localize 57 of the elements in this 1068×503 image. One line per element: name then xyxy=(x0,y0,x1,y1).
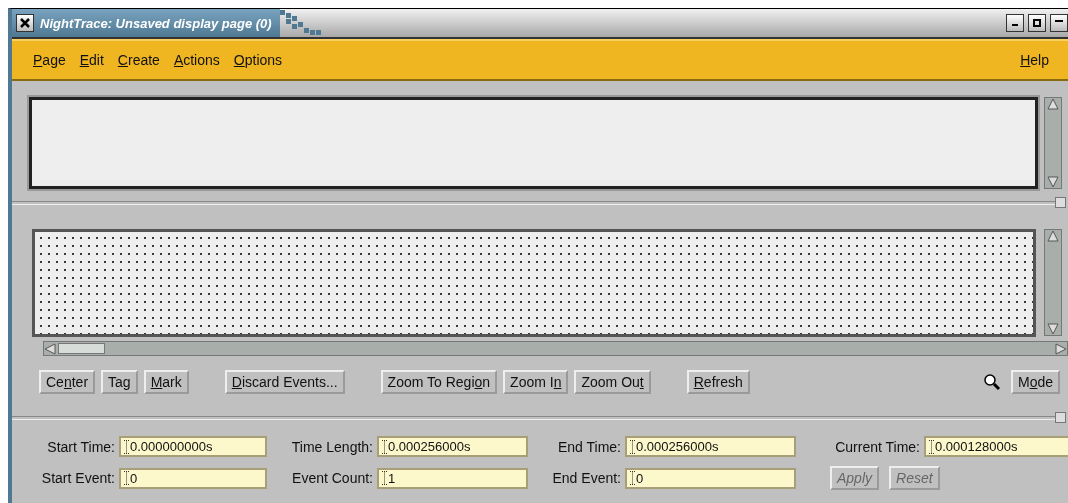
menu-item[interactable]: Actions xyxy=(166,52,227,68)
help-menu[interactable]: Help xyxy=(1013,52,1056,68)
left-arrow-icon[interactable] xyxy=(44,342,56,355)
search-icon xyxy=(982,373,1001,391)
toolbar-button[interactable]: Tag xyxy=(101,370,138,394)
toolbar-button[interactable]: Discard Events... xyxy=(224,370,345,394)
text-cursor-icon xyxy=(124,439,129,454)
checker-decoration-icon xyxy=(279,10,322,36)
input-field[interactable]: 0 xyxy=(119,467,267,489)
vertical-scrollbar[interactable] xyxy=(1044,229,1062,336)
menu-item[interactable]: Options xyxy=(226,52,290,68)
text-cursor-icon xyxy=(929,439,934,454)
scrollbar-thumb[interactable] xyxy=(58,343,105,354)
up-arrow-icon[interactable] xyxy=(1047,98,1060,110)
mode-button[interactable]: Mode xyxy=(1010,370,1060,394)
toolbar-button[interactable]: Center xyxy=(39,370,96,394)
input-field[interactable]: 0 xyxy=(625,467,796,489)
menu-item[interactable]: Page xyxy=(26,52,73,68)
toolbar-button[interactable]: Zoom In xyxy=(503,370,569,394)
input-field[interactable]: 0.000256000s xyxy=(625,436,796,457)
up-arrow-icon[interactable] xyxy=(1047,230,1059,242)
horizontal-scrollbar[interactable] xyxy=(43,341,1068,356)
close-icon xyxy=(20,18,30,28)
text-cursor-icon xyxy=(630,439,635,454)
field-label: Event Count: xyxy=(291,470,373,486)
right-arrow-icon[interactable] xyxy=(1055,342,1067,355)
toolbar-button[interactable]: Mark xyxy=(143,370,189,394)
toolbar-button[interactable]: Zoom Out xyxy=(574,370,651,394)
menu-item[interactable]: Edit xyxy=(72,52,111,68)
field-label: Current Time: xyxy=(834,438,920,455)
field-label: End Event: xyxy=(551,470,621,486)
field-label: Start Time: xyxy=(46,438,115,455)
text-cursor-icon xyxy=(630,471,635,485)
menu-item[interactable]: Create xyxy=(110,52,167,68)
toolbar-button[interactable]: Zoom To Region xyxy=(380,370,498,394)
input-field[interactable]: 0.000256000s xyxy=(377,436,528,457)
text-cursor-icon xyxy=(124,471,129,485)
vertical-scrollbar[interactable] xyxy=(1044,97,1062,189)
input-field[interactable]: 1 xyxy=(377,467,528,489)
field-label: Time Length: xyxy=(290,438,373,455)
field-label: Start Event: xyxy=(40,470,115,486)
minimize-button[interactable] xyxy=(1006,14,1024,32)
maximize-button[interactable] xyxy=(1028,14,1046,32)
window-title: NightTrace: Unsaved display page (0) xyxy=(40,15,272,31)
text-cursor-icon xyxy=(382,439,387,454)
sash-handle[interactable] xyxy=(1055,197,1066,208)
sash-handle[interactable] xyxy=(1055,412,1066,423)
window-menu-button[interactable] xyxy=(1050,14,1068,32)
input-field[interactable]: 0.000000000s xyxy=(119,436,267,457)
toolbar-button[interactable]: Refresh xyxy=(686,370,750,394)
close-button[interactable] xyxy=(16,14,34,32)
input-field[interactable]: 0.000128000s xyxy=(924,436,1068,457)
down-arrow-icon[interactable] xyxy=(1047,176,1060,188)
down-arrow-icon[interactable] xyxy=(1047,323,1059,335)
maximize-icon xyxy=(1033,19,1041,27)
field-label: End Time: xyxy=(556,438,621,455)
text-cursor-icon xyxy=(382,471,387,485)
